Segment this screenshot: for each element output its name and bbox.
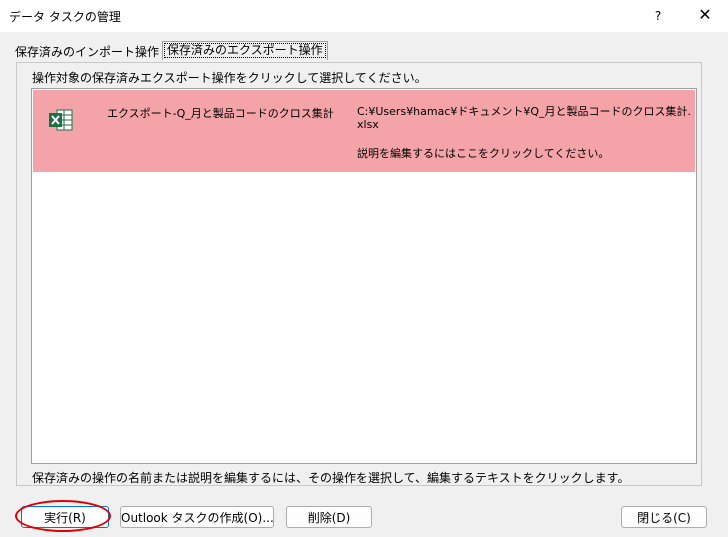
- saved-operations-list[interactable]: エクスポート-Q_月と製品コードのクロス集計 C:¥Users¥hamac¥ドキ…: [31, 88, 697, 464]
- list-item[interactable]: エクスポート-Q_月と製品コードのクロス集計 C:¥Users¥hamac¥ドキ…: [33, 90, 695, 172]
- item-description[interactable]: 説明を編集するにはここをクリックしてください。: [357, 145, 609, 161]
- create-outlook-task-button[interactable]: Outlook タスクの作成(O)...: [120, 506, 274, 528]
- window-title: データ タスクの管理: [9, 10, 121, 24]
- delete-button[interactable]: 削除(D): [286, 506, 372, 528]
- title-bar: データ タスクの管理 ? ✕: [0, 0, 728, 32]
- close-window-button[interactable]: ✕: [694, 4, 716, 26]
- close-button[interactable]: 閉じる(C): [621, 506, 707, 528]
- hint-text: 保存済みの操作の名前または説明を編集するには、その操作を選択して、編集するテキス…: [32, 471, 630, 485]
- instruction-text: 操作対象の保存済みエクスポート操作をクリックして選択してください。: [32, 71, 427, 85]
- run-button[interactable]: 実行(R): [21, 506, 109, 528]
- item-path-line2: xlsx: [357, 118, 379, 131]
- item-name[interactable]: エクスポート-Q_月と製品コードのクロス集計: [107, 105, 334, 121]
- tab-saved-imports[interactable]: 保存済みのインポート操作: [11, 44, 163, 61]
- item-path-line1: C:¥Users¥hamac¥ドキュメント¥Q_月と製品コードのクロス集計.: [357, 105, 692, 118]
- excel-icon: [49, 109, 73, 131]
- tab-saved-exports[interactable]: 保存済みのエクスポート操作: [162, 41, 328, 60]
- item-path: C:¥Users¥hamac¥ドキュメント¥Q_月と製品コードのクロス集計. x…: [357, 105, 691, 131]
- help-button[interactable]: ?: [648, 6, 668, 26]
